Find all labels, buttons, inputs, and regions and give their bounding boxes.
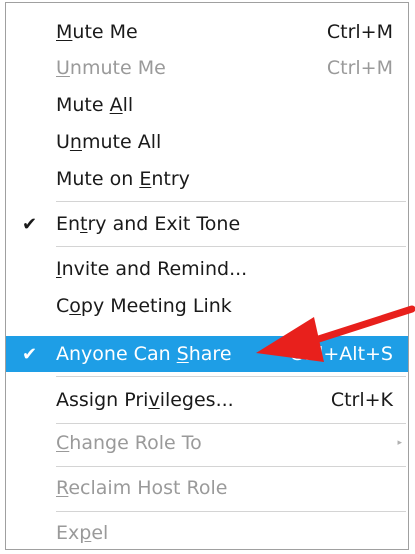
- menu-item-label: Unmute Me: [56, 57, 166, 79]
- menu-item-anyone-can-share[interactable]: ✔ Anyone Can Share Ctrl+Alt+S: [6, 336, 408, 372]
- menu-item-label: Invite and Remind...: [56, 258, 248, 280]
- menu-separator: [56, 466, 406, 467]
- menu-item-unmute-me: Unmute Me Ctrl+M: [6, 50, 408, 86]
- menu-separator: [56, 511, 406, 512]
- shortcut-label: Ctrl+K: [330, 389, 393, 411]
- checkmark-icon: ✔: [22, 343, 38, 365]
- menu-separator: [56, 246, 406, 247]
- menu-item-copy-meeting-link[interactable]: Copy Meeting Link: [6, 288, 408, 324]
- menu-item-label: Assign Privileges...: [56, 389, 234, 411]
- menu-item-mute-me[interactable]: Mute Me Ctrl+M: [6, 14, 408, 50]
- menu-item-assign-privileges[interactable]: Assign Privileges... Ctrl+K: [6, 382, 408, 418]
- shortcut-label: Ctrl+M: [326, 21, 393, 43]
- menu-separator: [56, 201, 406, 202]
- menu-item-mute-on-entry[interactable]: Mute on Entry: [6, 161, 408, 197]
- menu-item-label: Mute Me: [56, 21, 138, 43]
- shortcut-label: Ctrl+M: [326, 57, 393, 79]
- menu-item-reclaim-host-role: Reclaim Host Role: [6, 470, 408, 506]
- menu-item-invite-and-remind[interactable]: Invite and Remind...: [6, 251, 408, 287]
- menu-item-label: Reclaim Host Role: [56, 477, 228, 499]
- menu-item-label: Copy Meeting Link: [56, 295, 232, 317]
- menu-separator: [56, 423, 406, 424]
- menu-item-label: Mute All: [56, 94, 134, 116]
- checkmark-icon: ✔: [22, 213, 38, 235]
- menu-item-expel: Expel: [6, 515, 408, 551]
- menu-separator: [56, 376, 406, 377]
- menu-item-label: Anyone Can Share: [56, 343, 232, 365]
- menu-item-label: Unmute All: [56, 131, 162, 153]
- shortcut-label: Ctrl+Alt+S: [289, 343, 393, 365]
- context-menu: Mute Me Ctrl+M Unmute Me Ctrl+M Mute All…: [5, 2, 409, 550]
- menu-item-label: Mute on Entry: [56, 168, 190, 190]
- menu-item-label: Expel: [56, 522, 109, 544]
- menu-item-unmute-all[interactable]: Unmute All: [6, 124, 408, 160]
- menu-item-entry-and-exit-tone[interactable]: ✔ Entry and Exit Tone: [6, 206, 408, 242]
- menu-item-label: Change Role To: [56, 432, 202, 454]
- menu-item-mute-all[interactable]: Mute All: [6, 87, 408, 123]
- submenu-arrow-icon: ▸: [397, 438, 402, 448]
- menu-item-label: Entry and Exit Tone: [56, 213, 241, 235]
- menu-item-change-role-to: Change Role To ▸: [6, 425, 408, 461]
